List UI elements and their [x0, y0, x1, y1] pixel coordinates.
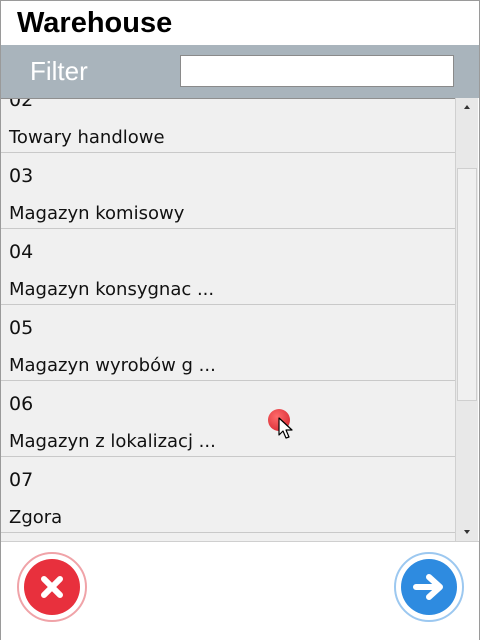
warehouse-name: Towary handlowe — [9, 127, 165, 148]
title-bar: Warehouse — [1, 1, 479, 45]
close-icon — [41, 576, 63, 598]
cancel-button-face — [24, 559, 80, 615]
arrow-down-icon — [464, 530, 470, 534]
warehouse-code: 03 — [9, 165, 34, 187]
warehouse-name: Magazyn konsygnac ... — [9, 279, 215, 300]
warehouse-name: Magazyn wyrobów g ... — [9, 355, 216, 376]
warehouse-code: 05 — [9, 317, 34, 339]
warehouse-list[interactable]: 02 Towary handlowe 03 Magazyn komisowy 04 Mag… — [1, 98, 455, 542]
list-item[interactable]: 07 Zgora — [1, 457, 455, 533]
filter-bar: Filter — [1, 45, 479, 98]
scroll-down-button[interactable] — [456, 523, 478, 541]
list-item[interactable]: 06 Magazyn z lokalizacj ... — [1, 381, 455, 457]
cancel-button[interactable] — [17, 552, 87, 622]
filter-input[interactable] — [180, 55, 454, 87]
list-item[interactable]: 05 Magazyn wyrobów g ... — [1, 305, 455, 381]
filter-label: Filter — [30, 56, 88, 86]
next-button-face — [401, 559, 457, 615]
arrow-up-icon — [464, 105, 470, 109]
warehouse-code: 02 — [9, 98, 34, 111]
warehouse-code: 07 — [9, 469, 34, 491]
arrow-right-icon — [413, 574, 443, 600]
scroll-up-button[interactable] — [456, 98, 478, 116]
next-button[interactable] — [394, 552, 464, 622]
mouse-cursor-icon — [278, 417, 293, 439]
list-item[interactable]: 02 Towary handlowe — [1, 98, 455, 153]
warehouse-code: 06 — [9, 393, 34, 415]
list-item[interactable]: 03 Magazyn komisowy — [1, 153, 455, 229]
warehouse-name: Magazyn z lokalizacj ... — [9, 431, 216, 452]
action-bar — [1, 541, 479, 640]
warehouse-list-content: 02 Towary handlowe 03 Magazyn komisowy 04 Mag… — [1, 98, 455, 533]
warehouse-name: Zgora — [9, 507, 63, 528]
vertical-scrollbar[interactable] — [455, 98, 478, 541]
scroll-thumb[interactable] — [457, 168, 477, 401]
list-item[interactable]: 04 Magazyn konsygnac ... — [1, 229, 455, 305]
page-title: Warehouse — [17, 7, 173, 39]
warehouse-code: 04 — [9, 241, 34, 263]
warehouse-name: Magazyn komisowy — [9, 203, 185, 224]
